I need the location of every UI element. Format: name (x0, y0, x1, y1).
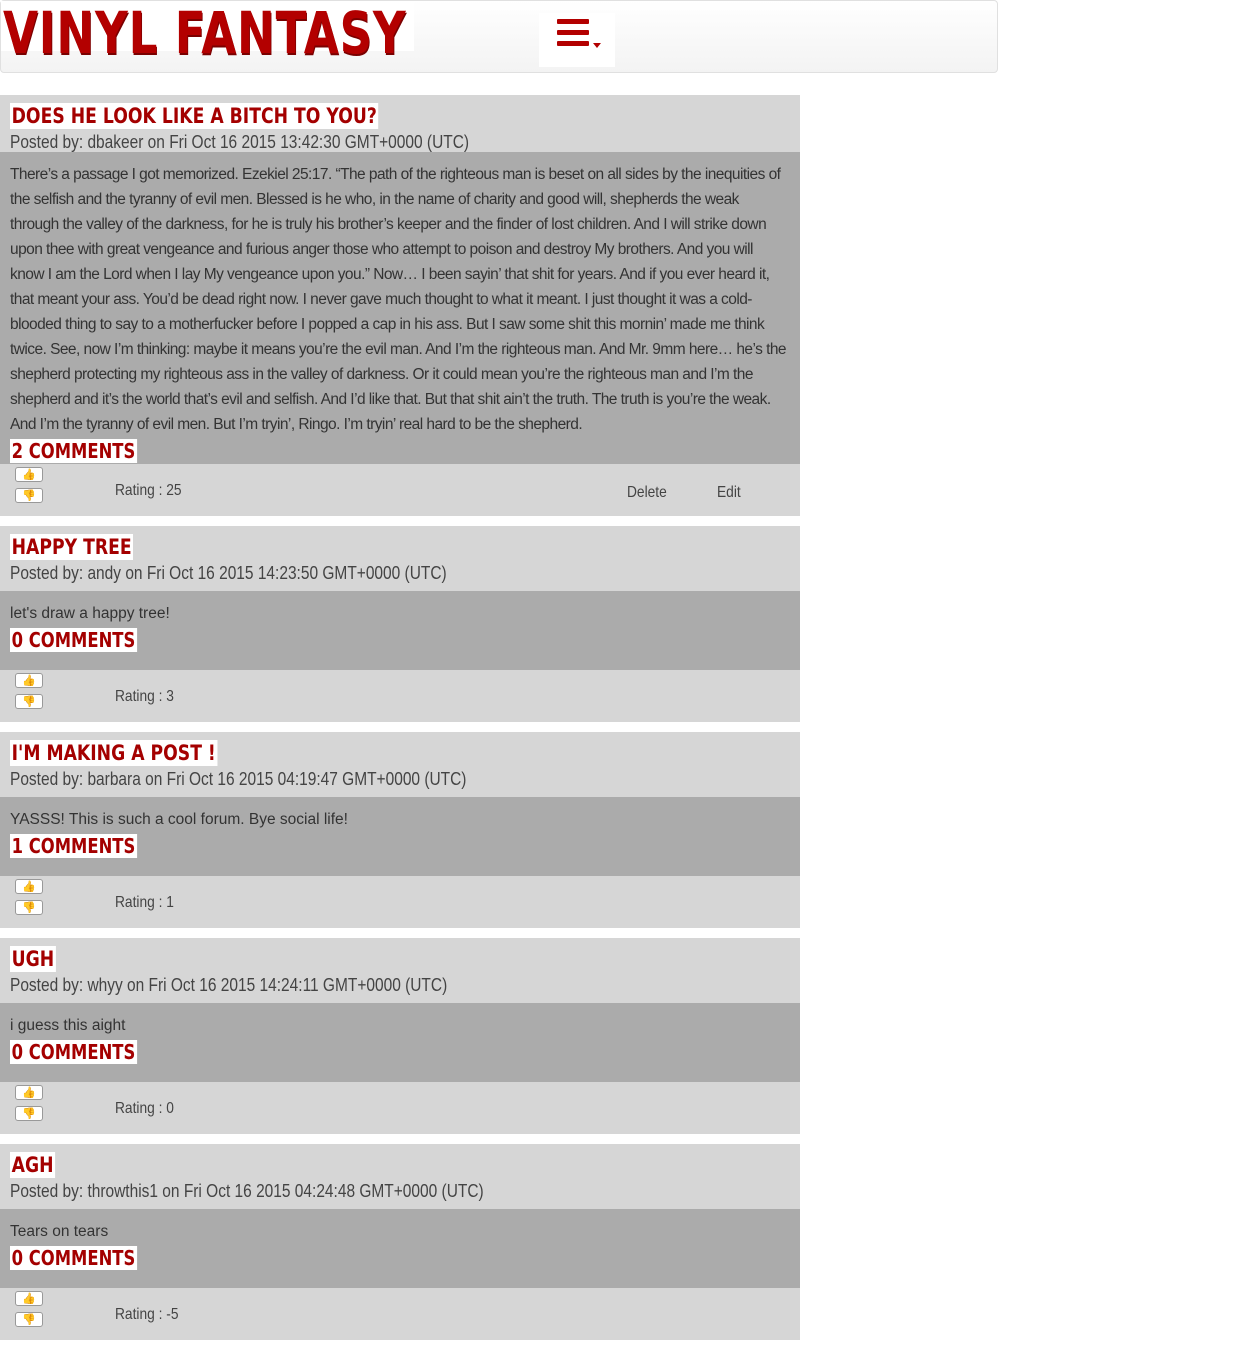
post-body: YASSS! This is such a cool forum. Bye so… (0, 797, 800, 876)
post-card: ugh Posted by: whyy on Fri Oct 16 2015 1… (0, 938, 800, 1134)
upvote-button[interactable]: 👍 (15, 1085, 43, 1100)
downvote-button[interactable]: 👎 (15, 488, 43, 503)
post-meta: Posted by: whyy on Fri Oct 16 2015 14:24… (10, 975, 448, 995)
hamburger-menu-icon (557, 19, 589, 52)
edit-button[interactable]: Edit (717, 484, 741, 502)
downvote-button[interactable]: 👎 (15, 900, 43, 915)
rating-value: Rating : 25 (115, 482, 182, 499)
thumbs-down-icon: 👎 (22, 696, 36, 708)
post-meta: Posted by: andy on Fri Oct 16 2015 14:23… (10, 563, 447, 583)
post-meta: Posted by: barbara on Fri Oct 16 2015 04… (10, 769, 467, 789)
thumbs-up-icon: 👍 (22, 675, 36, 687)
delete-button[interactable]: Delete (627, 484, 667, 502)
caret-down-icon (593, 43, 601, 48)
rating-value: Rating : 3 (115, 688, 174, 705)
post-title[interactable]: agh (10, 1152, 56, 1178)
thumbs-up-icon: 👍 (22, 881, 36, 893)
comments-link[interactable]: 0 comments (10, 1246, 137, 1270)
navbar: VINYL FANTASY (0, 0, 998, 73)
downvote-button[interactable]: 👎 (15, 1312, 43, 1327)
brand-title[interactable]: VINYL FANTASY (3, 0, 406, 67)
comments-link[interactable]: 0 comments (10, 1040, 137, 1064)
post-text: let's draw a happy tree! (10, 605, 170, 622)
post-body: Tears on tears 0 comments (0, 1209, 800, 1288)
post-header: Does he look like a bitch to you? Posted… (0, 95, 800, 152)
post-text: Tears on tears (10, 1223, 109, 1240)
post-title[interactable]: ugh (10, 946, 56, 972)
post-body: let's draw a happy tree! 0 comments (0, 591, 800, 670)
upvote-button[interactable]: 👍 (15, 673, 43, 688)
menu-toggle-button[interactable] (539, 13, 615, 67)
post-footer: 👍 👎 Rating : 3 (0, 670, 800, 722)
post-meta: Posted by: dbakeer on Fri Oct 16 2015 13… (10, 132, 470, 152)
thumbs-down-icon: 👎 (22, 1108, 36, 1120)
thumbs-up-icon: 👍 (22, 1293, 36, 1305)
rating-value: Rating : 1 (115, 894, 174, 911)
post-header: Happy tree Posted by: andy on Fri Oct 16… (0, 526, 800, 591)
post-text: There’s a passage I got memorized. Ezeki… (10, 166, 787, 433)
post-title[interactable]: I'm making a post ! (10, 740, 218, 766)
rating-value: Rating : 0 (115, 1100, 174, 1117)
post-title[interactable]: Does he look like a bitch to you? (10, 103, 379, 129)
thumbs-down-icon: 👎 (22, 490, 36, 502)
upvote-button[interactable]: 👍 (15, 1291, 43, 1306)
comments-link[interactable]: 2 comments (10, 439, 137, 463)
post-footer: 👍 👎 Rating : -5 (0, 1288, 800, 1340)
comments-link[interactable]: 1 comments (10, 834, 137, 858)
post-text: i guess this aight (10, 1017, 126, 1034)
post-footer: 👍 👎 Rating : 25 Delete Edit (0, 464, 800, 516)
thumbs-down-icon: 👎 (22, 902, 36, 914)
comments-link[interactable]: 0 comments (10, 628, 137, 652)
brand-logo[interactable]: VINYL FANTASY (1, 0, 414, 67)
post-card: Does he look like a bitch to you? Posted… (0, 95, 800, 516)
post-body: There’s a passage I got memorized. Ezeki… (0, 152, 800, 464)
post-header: agh Posted by: throwthis1 on Fri Oct 16 … (0, 1144, 800, 1209)
upvote-button[interactable]: 👍 (15, 879, 43, 894)
post-header: I'm making a post ! Posted by: barbara o… (0, 732, 800, 797)
post-text: YASSS! This is such a cool forum. Bye so… (10, 811, 348, 828)
post-card: I'm making a post ! Posted by: barbara o… (0, 732, 800, 928)
upvote-button[interactable]: 👍 (15, 467, 43, 482)
downvote-button[interactable]: 👎 (15, 1106, 43, 1121)
post-title[interactable]: Happy tree (10, 534, 134, 560)
post-body: i guess this aight 0 comments (0, 1003, 800, 1082)
post-footer: 👍 👎 Rating : 1 (0, 876, 800, 928)
thumbs-up-icon: 👍 (22, 469, 36, 481)
post-card: agh Posted by: throwthis1 on Fri Oct 16 … (0, 1144, 800, 1340)
post-header: ugh Posted by: whyy on Fri Oct 16 2015 1… (0, 938, 800, 1003)
thumbs-up-icon: 👍 (22, 1087, 36, 1099)
thumbs-down-icon: 👎 (22, 1314, 36, 1326)
post-footer: 👍 👎 Rating : 0 (0, 1082, 800, 1134)
post-meta: Posted by: throwthis1 on Fri Oct 16 2015… (10, 1181, 484, 1201)
downvote-button[interactable]: 👎 (15, 694, 43, 709)
post-card: Happy tree Posted by: andy on Fri Oct 16… (0, 526, 800, 722)
rating-value: Rating : -5 (115, 1306, 179, 1323)
